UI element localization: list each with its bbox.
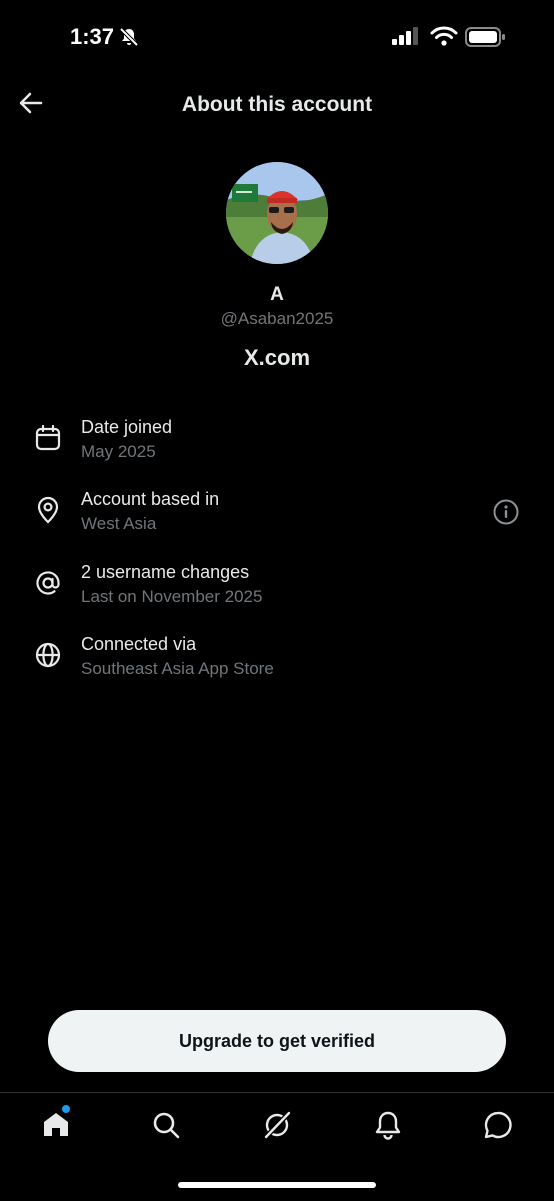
info-row-username-changes: 2 username changes Last on November 2025 <box>0 562 554 622</box>
upgrade-button[interactable]: Upgrade to get verified <box>48 1010 506 1072</box>
notifications-icon[interactable] <box>371 1108 405 1142</box>
info-label: 2 username changes <box>81 562 250 582</box>
info-value: Southeast Asia App Store <box>81 659 274 678</box>
calendar-icon <box>35 424 61 451</box>
info-icon[interactable] <box>492 498 520 526</box>
info-label: Connected via <box>81 634 197 654</box>
user-handle: @Asaban2025 <box>220 309 334 328</box>
at-sign-icon <box>36 571 60 595</box>
avatar[interactable] <box>226 162 328 264</box>
display-name: A <box>270 284 284 305</box>
info-value: May 2025 <box>81 442 156 461</box>
home-indicator[interactable] <box>178 1182 376 1188</box>
battery-icon <box>465 27 505 47</box>
info-row-date-joined: Date joined May 2025 <box>0 417 554 477</box>
info-label: Account based in <box>81 489 220 509</box>
search-icon[interactable] <box>149 1108 183 1142</box>
page-title: About this account <box>181 93 373 116</box>
location-pin-icon <box>37 496 59 524</box>
home-icon[interactable] <box>39 1108 73 1142</box>
grok-icon[interactable] <box>260 1108 294 1142</box>
info-value: Last on November 2025 <box>81 587 263 606</box>
info-row-account-based-in: Account based in West Asia <box>0 489 554 549</box>
status-bar: 1:37 <box>0 0 554 76</box>
status-time: 1:37 <box>70 24 115 49</box>
site-label: X.com <box>243 345 311 370</box>
cellular-signal-icon <box>392 27 418 45</box>
messages-icon[interactable] <box>481 1108 515 1142</box>
globe-icon <box>35 642 61 668</box>
info-value: West Asia <box>81 514 157 533</box>
notification-dot <box>62 1105 70 1113</box>
bell-off-icon <box>119 27 139 47</box>
top-header: About this account <box>0 80 554 130</box>
info-row-connected-via: Connected via Southeast Asia App Store <box>0 634 554 694</box>
wifi-icon <box>430 26 458 46</box>
info-label: Date joined <box>81 417 173 437</box>
